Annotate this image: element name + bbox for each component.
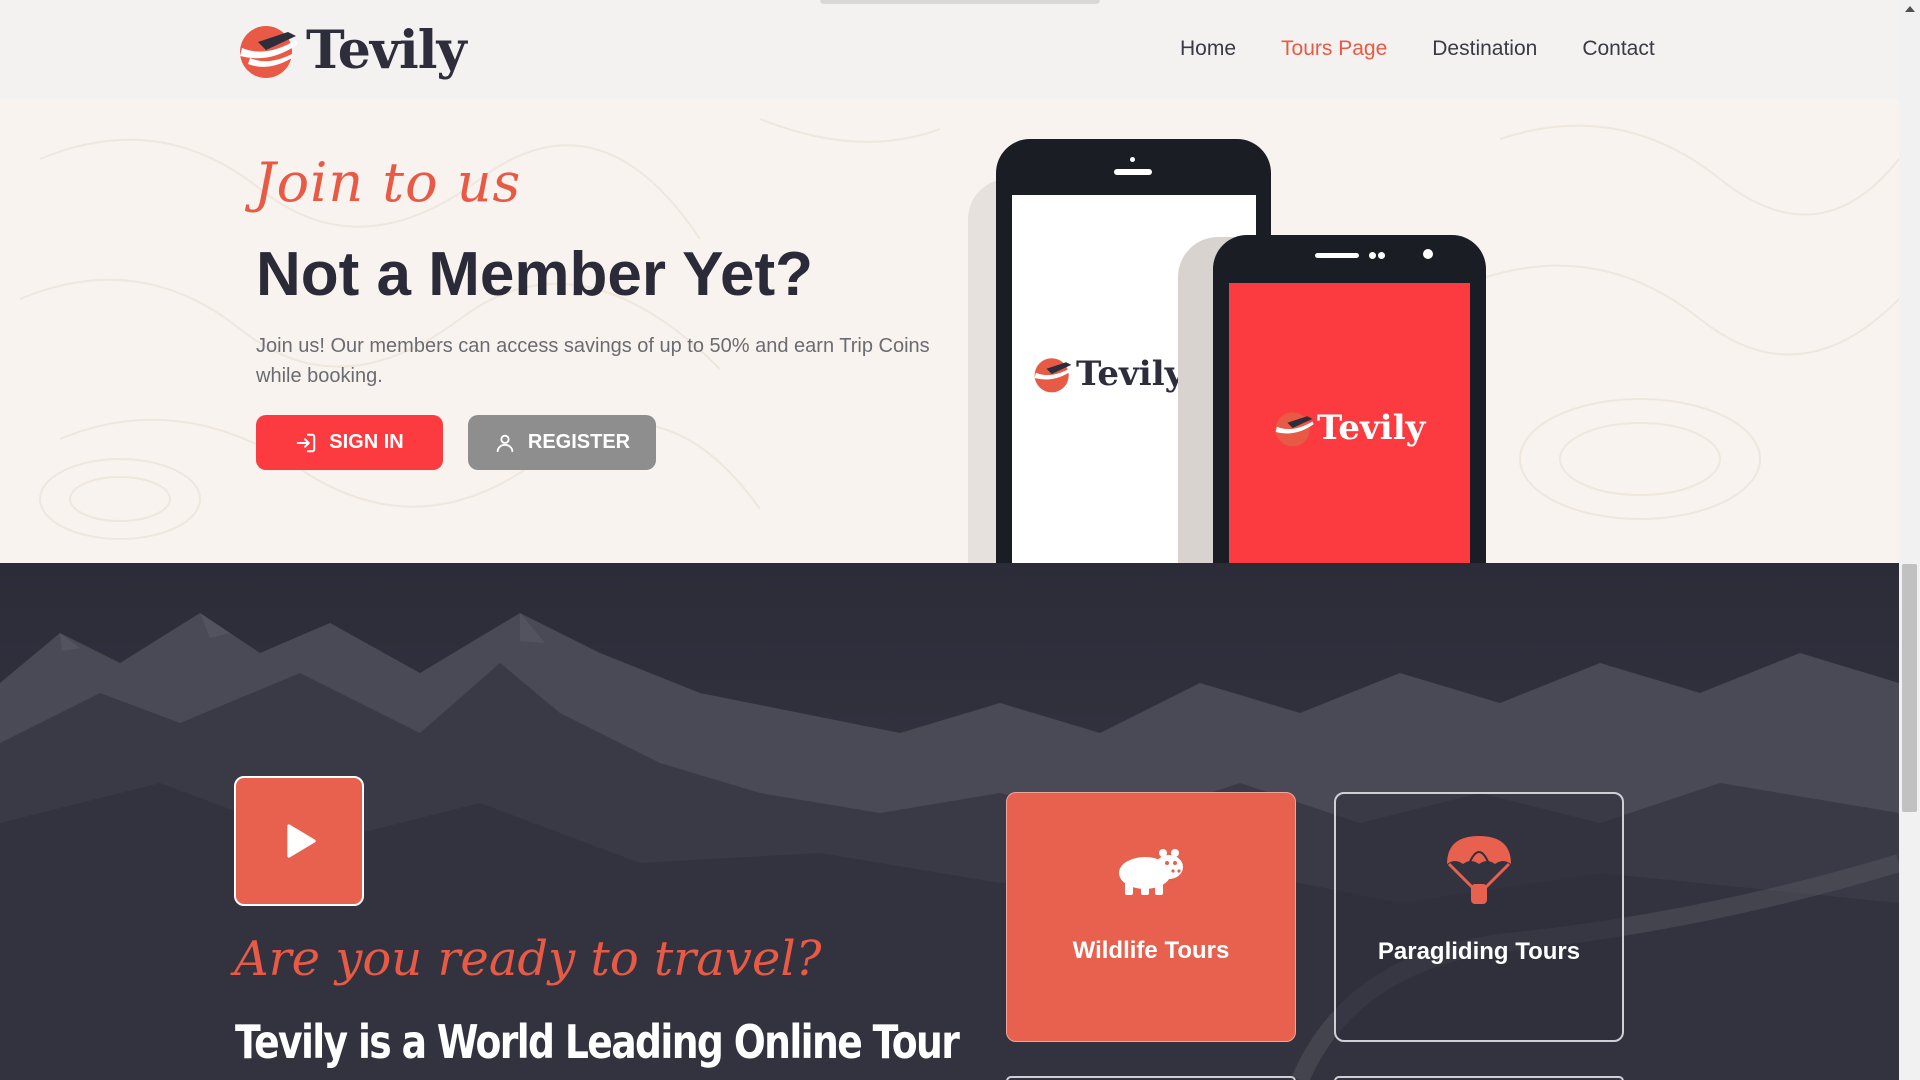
phone-logo: Tevily <box>1273 407 1425 449</box>
play-video-button[interactable] <box>234 776 364 906</box>
plane-logo-icon <box>1034 358 1073 393</box>
promo-section: Are you ready to travel? Tevily is a Wor… <box>0 563 1899 1080</box>
nav-contact[interactable]: Contact <box>1582 37 1654 61</box>
card-wildlife-tours[interactable]: Wildlife Tours <box>1006 792 1296 1042</box>
join-description: Join us! Our members can access savings … <box>256 335 930 387</box>
next-card-edge <box>1334 1076 1624 1080</box>
hippo-icon <box>1119 849 1183 895</box>
card-paragliding-tours[interactable]: Paragliding Tours <box>1334 792 1624 1042</box>
phone-sensors <box>1369 252 1385 259</box>
user-icon <box>496 434 514 452</box>
header-shadow <box>820 0 1100 4</box>
register-label: REGISTER <box>527 431 631 453</box>
scroll-up-arrow-icon[interactable] <box>1905 6 1915 12</box>
promo-script-heading: Are you ready to travel? <box>234 931 822 987</box>
join-section: Join to us Not a Member Yet? Join us! Ou… <box>0 99 1899 563</box>
next-card-edge <box>1006 1076 1296 1080</box>
logo-text: Tevily <box>306 19 467 81</box>
phone-camera <box>1423 249 1433 259</box>
nav-destination[interactable]: Destination <box>1432 37 1537 61</box>
phone-logo-text: Tevily <box>1076 354 1185 394</box>
register-button[interactable]: REGISTER <box>468 415 656 470</box>
nav-home[interactable]: Home <box>1180 37 1236 61</box>
sign-in-label: SIGN IN <box>329 431 404 453</box>
phone-logo: Tevily <box>1032 353 1184 395</box>
site-header: Tevily Home Tours Page Destination Conta… <box>0 0 1899 99</box>
phone-speaker <box>1114 169 1152 175</box>
sign-in-icon <box>297 433 316 452</box>
card-paragliding-label: Paragliding Tours <box>1377 938 1581 965</box>
parachute-icon <box>1447 836 1511 904</box>
sign-in-button[interactable]: SIGN IN <box>256 415 443 470</box>
page-scrollbar[interactable] <box>1899 0 1920 1080</box>
phone-logo-text: Tevily <box>1317 408 1426 448</box>
phone-mockup-red: Tevily <box>1213 235 1486 563</box>
join-title: Not a Member Yet? <box>256 240 814 309</box>
scrollbar-thumb[interactable] <box>1902 564 1917 812</box>
promo-title: Tevily is a World Leading Online Tour <box>235 1015 960 1069</box>
phone-camera <box>1130 157 1135 162</box>
plane-logo-icon <box>1275 412 1314 447</box>
nav-tours-page[interactable]: Tours Page <box>1281 37 1387 61</box>
phone-speaker <box>1315 253 1359 258</box>
logo[interactable]: Tevily <box>236 18 467 82</box>
main-nav: Home Tours Page Destination Contact <box>1180 37 1655 61</box>
play-icon <box>287 824 316 858</box>
join-script-heading: Join to us <box>254 151 522 214</box>
plane-logo-icon <box>240 26 298 78</box>
card-wildlife-label: Wildlife Tours <box>1072 937 1230 964</box>
phone-screen-red: Tevily <box>1229 283 1470 563</box>
